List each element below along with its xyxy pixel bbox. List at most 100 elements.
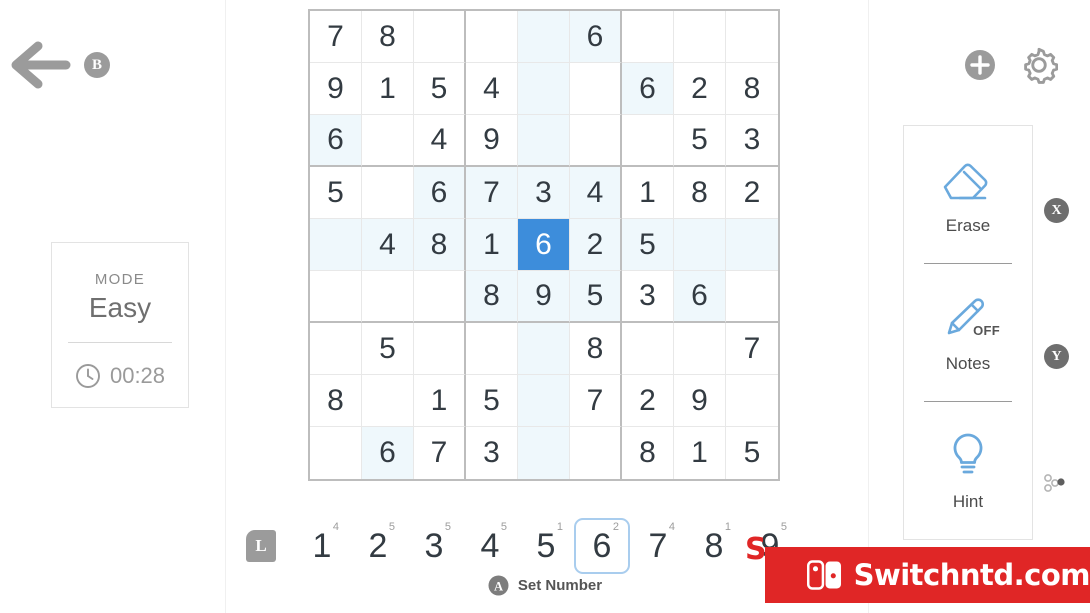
sudoku-cell-r2-c6[interactable] [570,63,622,115]
numpad-key-2[interactable]: 52 [350,518,406,574]
sudoku-cell-r6-c1[interactable] [310,271,362,323]
sudoku-cell-r4-c3[interactable]: 6 [414,167,466,219]
sudoku-cell-r5-c2[interactable]: 4 [362,219,414,271]
numpad-key-6[interactable]: 26 [574,518,630,574]
sudoku-cell-r2-c3[interactable]: 5 [414,63,466,115]
erase-tool[interactable]: Erase [904,126,1032,263]
sudoku-cell-r1-c2[interactable]: 8 [362,11,414,63]
back-navigation[interactable]: B [8,38,110,92]
sudoku-cell-r7-c4[interactable] [466,323,518,375]
sudoku-cell-r8-c6[interactable]: 7 [570,375,622,427]
sudoku-cell-r2-c4[interactable]: 4 [466,63,518,115]
sudoku-grid[interactable]: 7869154628649535673418248162589536587815… [308,9,780,481]
sudoku-cell-r9-c4[interactable]: 3 [466,427,518,479]
sudoku-cell-r4-c6[interactable]: 4 [570,167,622,219]
sudoku-cell-r5-c7[interactable]: 5 [622,219,674,271]
sudoku-cell-r9-c3[interactable]: 7 [414,427,466,479]
l-shoulder-button[interactable]: L [246,530,276,562]
sudoku-cell-r3-c5[interactable] [518,115,570,167]
sudoku-cell-r2-c1[interactable]: 9 [310,63,362,115]
sudoku-cell-r7-c3[interactable] [414,323,466,375]
sudoku-cell-r8-c8[interactable]: 9 [674,375,726,427]
sudoku-cell-r4-c8[interactable]: 8 [674,167,726,219]
sudoku-cell-r1-c8[interactable] [674,11,726,63]
sudoku-cell-r3-c9[interactable]: 3 [726,115,778,167]
sudoku-cell-r9-c9[interactable]: 5 [726,427,778,479]
sudoku-cell-r6-c5[interactable]: 9 [518,271,570,323]
watermark-banner: Switchntd.com [765,547,1090,603]
sudoku-cell-r3-c1[interactable]: 6 [310,115,362,167]
sudoku-cell-r1-c5[interactable] [518,11,570,63]
numpad-key-5[interactable]: 15 [518,518,574,574]
sudoku-cell-r3-c6[interactable] [570,115,622,167]
sudoku-cell-r5-c5[interactable]: 6 [518,219,570,271]
sudoku-cell-r8-c3[interactable]: 1 [414,375,466,427]
sudoku-cell-r1-c3[interactable] [414,11,466,63]
sudoku-cell-r2-c5[interactable] [518,63,570,115]
numpad-key-8[interactable]: 18 [686,518,742,574]
plus-circle-icon[interactable] [964,49,996,81]
numpad-key-3[interactable]: 53 [406,518,462,574]
sudoku-cell-r6-c9[interactable] [726,271,778,323]
sudoku-cell-r9-c2[interactable]: 6 [362,427,414,479]
sudoku-cell-r9-c6[interactable] [570,427,622,479]
sudoku-cell-r4-c2[interactable] [362,167,414,219]
sudoku-cell-r4-c9[interactable]: 2 [726,167,778,219]
sudoku-cell-r8-c9[interactable] [726,375,778,427]
sudoku-cell-r5-c1[interactable] [310,219,362,271]
sudoku-cell-r2-c9[interactable]: 8 [726,63,778,115]
sudoku-cell-r3-c3[interactable]: 4 [414,115,466,167]
sudoku-cell-r5-c9[interactable] [726,219,778,271]
sudoku-cell-r1-c7[interactable] [622,11,674,63]
notes-tool[interactable]: OFF Notes [904,264,1032,401]
number-pad[interactable]: L 415253541526471859 [246,518,798,574]
sudoku-cell-r5-c4[interactable]: 1 [466,219,518,271]
sudoku-cell-r8-c1[interactable]: 8 [310,375,362,427]
sudoku-cell-r6-c8[interactable]: 6 [674,271,726,323]
sudoku-cell-r1-c6[interactable]: 6 [570,11,622,63]
sudoku-cell-r3-c4[interactable]: 9 [466,115,518,167]
sudoku-cell-r7-c8[interactable] [674,323,726,375]
sudoku-cell-r6-c3[interactable] [414,271,466,323]
sudoku-cell-r4-c5[interactable]: 3 [518,167,570,219]
back-arrow-icon[interactable] [8,38,72,92]
sudoku-cell-r7-c2[interactable]: 5 [362,323,414,375]
sudoku-cell-r4-c7[interactable]: 1 [622,167,674,219]
sudoku-cell-r7-c1[interactable] [310,323,362,375]
sudoku-cell-r7-c5[interactable] [518,323,570,375]
sudoku-cell-r9-c7[interactable]: 8 [622,427,674,479]
sudoku-cell-r6-c6[interactable]: 5 [570,271,622,323]
gear-icon[interactable] [1020,46,1058,84]
sudoku-cell-r8-c2[interactable] [362,375,414,427]
sudoku-cell-r6-c2[interactable] [362,271,414,323]
sudoku-cell-r2-c8[interactable]: 2 [674,63,726,115]
sudoku-cell-r1-c4[interactable] [466,11,518,63]
sudoku-cell-r5-c3[interactable]: 8 [414,219,466,271]
hint-tool[interactable]: Hint [904,402,1032,539]
sudoku-cell-r4-c1[interactable]: 5 [310,167,362,219]
numpad-key-1[interactable]: 41 [294,518,350,574]
sudoku-cell-r9-c8[interactable]: 1 [674,427,726,479]
sudoku-cell-r4-c4[interactable]: 7 [466,167,518,219]
sudoku-cell-r3-c8[interactable]: 5 [674,115,726,167]
sudoku-cell-r3-c2[interactable] [362,115,414,167]
sudoku-cell-r7-c7[interactable] [622,323,674,375]
sudoku-cell-r6-c4[interactable]: 8 [466,271,518,323]
sudoku-cell-r1-c9[interactable] [726,11,778,63]
sudoku-cell-r2-c2[interactable]: 1 [362,63,414,115]
sudoku-cell-r5-c8[interactable] [674,219,726,271]
sudoku-cell-r6-c7[interactable]: 3 [622,271,674,323]
sudoku-cell-r2-c7[interactable]: 6 [622,63,674,115]
sudoku-cell-r1-c1[interactable]: 7 [310,11,362,63]
sudoku-cell-r9-c5[interactable] [518,427,570,479]
sudoku-cell-r5-c6[interactable]: 2 [570,219,622,271]
sudoku-cell-r8-c4[interactable]: 5 [466,375,518,427]
sudoku-cell-r8-c5[interactable] [518,375,570,427]
numpad-key-4[interactable]: 54 [462,518,518,574]
sudoku-cell-r3-c7[interactable] [622,115,674,167]
sudoku-cell-r7-c9[interactable]: 7 [726,323,778,375]
sudoku-cell-r9-c1[interactable] [310,427,362,479]
sudoku-cell-r8-c7[interactable]: 2 [622,375,674,427]
numpad-key-7[interactable]: 47 [630,518,686,574]
sudoku-cell-r7-c6[interactable]: 8 [570,323,622,375]
